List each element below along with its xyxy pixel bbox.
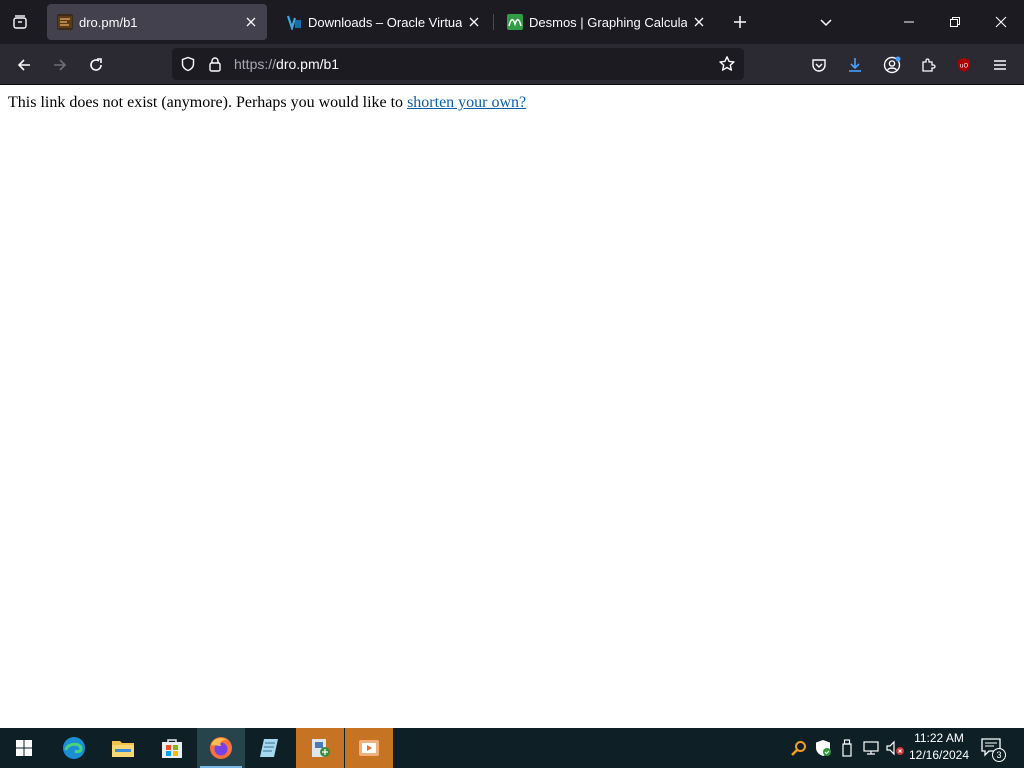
media-player-icon[interactable] <box>345 728 393 768</box>
hamburger-icon[interactable] <box>985 50 1015 80</box>
tab-dropm[interactable]: dro.pm/b1 <box>47 4 267 40</box>
notepad-icon[interactable] <box>246 728 294 768</box>
shield-icon[interactable] <box>179 55 197 73</box>
tab-desmos[interactable]: Desmos | Graphing Calculator <box>497 4 715 40</box>
start-icon[interactable] <box>0 728 48 768</box>
page-content: This link does not exist (anymore). Perh… <box>0 85 1024 728</box>
forward-arrow-icon[interactable] <box>45 50 75 80</box>
installer-icon[interactable] <box>296 728 344 768</box>
minimize-icon[interactable] <box>886 0 932 44</box>
dropm-favicon <box>57 14 73 30</box>
desmos-favicon <box>507 14 523 30</box>
network-icon[interactable] <box>861 738 881 758</box>
lock-icon[interactable] <box>206 55 224 73</box>
tab-title: Downloads – Oracle VirtualBox <box>308 14 462 30</box>
svg-text:uO: uO <box>960 63 969 70</box>
pocket-icon[interactable] <box>804 50 834 80</box>
account-icon[interactable] <box>877 50 907 80</box>
tab-list-icon[interactable] <box>6 8 34 36</box>
tab-separator <box>493 14 494 30</box>
defender-icon[interactable] <box>813 738 833 758</box>
clock-date: 12/16/2024 <box>908 748 970 762</box>
tab-title: Desmos | Graphing Calculator <box>529 14 687 30</box>
ublock-icon[interactable]: uO <box>949 50 979 80</box>
url-text[interactable]: https://dro.pm/b1 <box>234 56 339 72</box>
tab-title: dro.pm/b1 <box>79 14 138 30</box>
volume-muted-icon[interactable] <box>885 738 905 758</box>
chevron-down-icon[interactable] <box>812 8 840 36</box>
reload-icon[interactable] <box>81 50 111 80</box>
error-message: This link does not exist (anymore). Perh… <box>8 94 526 112</box>
message-text: This link does not exist (anymore). Perh… <box>8 94 408 111</box>
download-icon[interactable] <box>840 50 870 80</box>
close-tab-icon[interactable] <box>239 10 263 34</box>
file-explorer-icon[interactable] <box>99 728 147 768</box>
navigation-toolbar: https://dro.pm/b1 uO <box>0 44 1024 85</box>
close-tab-icon[interactable] <box>462 10 486 34</box>
tab-virtualbox[interactable]: Downloads – Oracle VirtualBox <box>276 4 490 40</box>
puzzle-icon[interactable] <box>913 50 943 80</box>
close-tab-icon[interactable] <box>687 10 711 34</box>
search-tool-icon[interactable] <box>789 738 809 758</box>
close-icon[interactable] <box>978 0 1024 44</box>
notification-count-badge: 3 <box>992 748 1006 762</box>
virtualbox-favicon <box>286 14 302 30</box>
restore-icon[interactable] <box>932 0 978 44</box>
firefox-icon[interactable] <box>197 728 245 768</box>
tab-strip: dro.pm/b1 Downloads – Oracle VirtualBox … <box>0 0 1024 44</box>
url-bar[interactable]: https://dro.pm/b1 <box>172 48 744 80</box>
url-scheme: https:// <box>234 56 277 72</box>
taskbar: 11:22 AM 12/16/2024 3 <box>0 728 1024 768</box>
shorten-link[interactable]: shorten your own? <box>407 94 526 111</box>
plus-icon[interactable] <box>726 8 754 36</box>
star-icon[interactable] <box>718 55 736 73</box>
edge-icon[interactable] <box>50 728 98 768</box>
microsoft-store-icon[interactable] <box>148 728 196 768</box>
clock-time: 11:22 AM <box>914 731 964 745</box>
system-clock[interactable]: 11:22 AM 12/16/2024 <box>904 730 974 766</box>
url-host-path: dro.pm/b1 <box>276 56 340 72</box>
usb-icon[interactable] <box>837 738 857 758</box>
back-arrow-icon[interactable] <box>9 50 39 80</box>
